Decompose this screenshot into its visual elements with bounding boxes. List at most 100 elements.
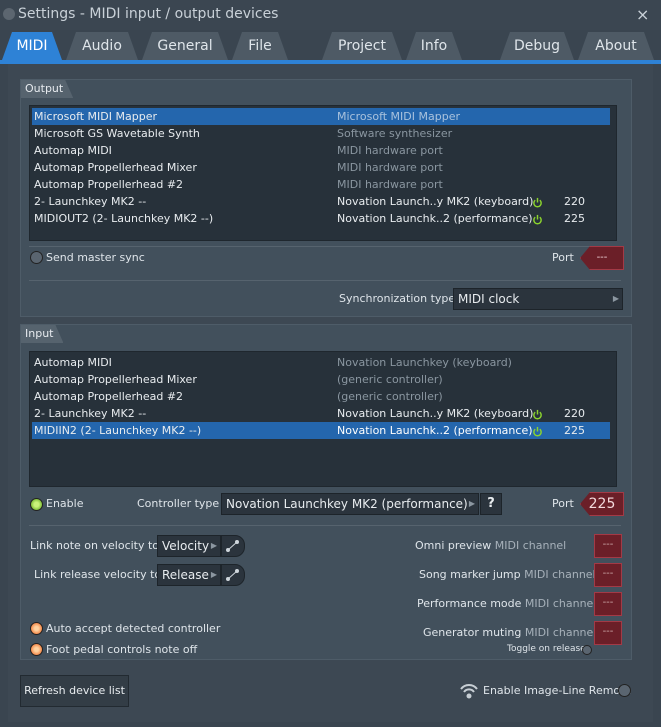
output-row[interactable]: Microsoft GS Wavetable Synth Software syn… (32, 125, 610, 142)
title-bar: Settings - MIDI input / output devices × (0, 0, 661, 30)
output-port-box[interactable]: --- (580, 246, 624, 270)
help-button[interactable]: ? (480, 493, 502, 515)
close-icon[interactable]: × (636, 5, 649, 24)
output-name: Automap Propellerhead #2 (34, 178, 184, 191)
sync-type-value: MIDI clock (458, 292, 520, 306)
input-type: Novation Launch..y MK2 (keyboard) (337, 407, 534, 420)
input-name: Automap Propellerhead #2 (34, 390, 184, 403)
input-row[interactable]: Automap MIDI Novation Launchkey (keyboard… (32, 354, 610, 371)
output-row[interactable]: MIDIOUT2 (2- Launchkey MK2 --) Novation L… (32, 210, 610, 227)
remote-label: Enable Image-Line Remote (483, 684, 632, 697)
midi-channel-label: MIDI channel (494, 539, 567, 552)
input-name: 2- Launchkey MK2 -- (34, 407, 147, 420)
input-group: Input Automap MIDI Novation Launchkey (ke… (20, 324, 632, 660)
output-type: Novation Launchk..2 (performance) (337, 212, 533, 225)
app-icon (3, 8, 15, 20)
link-release-curve-button[interactable] (221, 564, 245, 586)
input-name: MIDIIN2 (2- Launchkey MK2 --) (34, 424, 202, 437)
remote-wifi-icon (460, 684, 478, 699)
output-name: 2- Launchkey MK2 -- (34, 195, 147, 208)
curve-icon (226, 569, 239, 581)
output-row[interactable]: Automap Propellerhead Mixer MIDI hardware… (32, 159, 610, 176)
power-icon[interactable] (532, 425, 543, 437)
power-icon[interactable] (532, 196, 543, 208)
input-row[interactable]: Automap Propellerhead #2 (generic control… (32, 388, 610, 405)
sync-type-label: Synchronization type (339, 292, 456, 305)
output-group: Output Microsoft MIDI Mapper Microsoft MI… (20, 79, 632, 317)
input-type: (generic controller) (337, 373, 443, 386)
tab-audio[interactable]: Audio (66, 32, 138, 60)
input-device-list[interactable]: Automap MIDI Novation Launchkey (keyboard… (29, 351, 617, 487)
divider (29, 246, 621, 247)
tab-midi[interactable]: MIDI (2, 32, 62, 60)
output-type: MIDI hardware port (337, 161, 443, 174)
output-row[interactable]: Automap MIDI MIDI hardware port (32, 142, 610, 159)
output-port: 225 (564, 212, 585, 225)
generator-muting-channel[interactable]: --- (594, 621, 622, 645)
output-header: Output (21, 80, 73, 98)
auto-accept-radio[interactable] (30, 622, 43, 635)
input-type: Novation Launchk..2 (performance) (337, 424, 533, 437)
performance-mode-row: Performance mode MIDI channel (417, 597, 596, 610)
enable-radio[interactable] (30, 498, 43, 511)
send-master-sync-label: Send master sync (46, 251, 145, 264)
controller-type-label: Controller type (137, 497, 220, 510)
chevron-right-icon: ▶ (210, 541, 217, 550)
remote-radio[interactable] (618, 684, 631, 697)
foot-pedal-radio[interactable] (30, 643, 43, 656)
song-marker-label: Song marker jump (419, 568, 521, 581)
tab-project[interactable]: Project (322, 32, 402, 60)
toggle-on-release-label: Toggle on release (507, 644, 586, 654)
input-name: Automap Propellerhead Mixer (34, 373, 197, 386)
input-port-box[interactable]: 225 (580, 492, 624, 516)
divider (29, 280, 621, 281)
midi-channel-label: MIDI channel (524, 597, 597, 610)
controller-type-dropdown[interactable]: Novation Launchkey MK2 (performance) ▶ (221, 493, 479, 515)
link-note-label: Link note on velocity to (30, 539, 160, 552)
window-title: Settings - MIDI input / output devices (18, 6, 279, 22)
omni-preview-label: Omni preview (415, 539, 492, 552)
link-note-value: Velocity (162, 539, 210, 553)
toggle-on-release-radio[interactable] (582, 645, 592, 655)
tab-info[interactable]: Info (406, 32, 462, 60)
output-type: MIDI hardware port (337, 144, 443, 157)
output-type: Software synthesizer (337, 127, 453, 140)
midi-channel-label: MIDI channel (524, 626, 597, 639)
controller-type-value: Novation Launchkey MK2 (performance) (226, 497, 468, 511)
input-row[interactable]: 2- Launchkey MK2 -- Novation Launch..y MK… (32, 405, 610, 422)
output-device-list[interactable]: Microsoft MIDI Mapper Microsoft MIDI Mapp… (29, 105, 617, 241)
song-marker-row: Song marker jump MIDI channel (419, 568, 596, 581)
output-name: Automap Propellerhead Mixer (34, 161, 197, 174)
input-type: Novation Launchkey (keyboard) (337, 356, 512, 369)
power-icon[interactable] (532, 213, 543, 225)
input-row[interactable]: MIDIIN2 (2- Launchkey MK2 --) Novation La… (32, 422, 610, 439)
link-release-dropdown[interactable]: Release ▶ (157, 564, 221, 586)
link-note-dropdown[interactable]: Velocity ▶ (157, 535, 221, 557)
power-icon[interactable] (532, 408, 543, 420)
song-marker-channel[interactable]: --- (594, 563, 622, 587)
output-port: 220 (564, 195, 585, 208)
generator-muting-row: Generator muting MIDI channel (423, 626, 596, 639)
omni-preview-channel[interactable]: --- (594, 534, 622, 558)
output-name: Microsoft GS Wavetable Synth (34, 127, 200, 140)
link-note-curve-button[interactable] (221, 535, 245, 557)
output-name: MIDIOUT2 (2- Launchkey MK2 --) (34, 212, 214, 225)
tab-debug[interactable]: Debug (500, 32, 574, 60)
output-row[interactable]: Automap Propellerhead #2 MIDI hardware po… (32, 176, 610, 193)
sync-type-dropdown[interactable]: MIDI clock ▶ (453, 288, 623, 310)
chevron-right-icon: ▶ (210, 570, 217, 579)
output-row[interactable]: 2- Launchkey MK2 -- Novation Launch..y MK… (32, 193, 610, 210)
enable-label: Enable (46, 497, 84, 510)
tab-general[interactable]: General (142, 32, 228, 60)
performance-mode-label: Performance mode (417, 597, 522, 610)
output-name: Microsoft MIDI Mapper (34, 110, 157, 123)
output-row[interactable]: Microsoft MIDI Mapper Microsoft MIDI Mapp… (32, 108, 610, 125)
chevron-right-icon: ▶ (612, 294, 619, 303)
tab-file[interactable]: File (232, 32, 288, 60)
tab-about[interactable]: About (578, 32, 654, 60)
refresh-device-list-button[interactable]: Refresh device list (20, 675, 129, 707)
send-master-sync-radio[interactable] (30, 251, 43, 264)
performance-mode-channel[interactable]: --- (594, 592, 622, 616)
input-row[interactable]: Automap Propellerhead Mixer (generic cont… (32, 371, 610, 388)
link-release-label: Link release velocity to (34, 568, 162, 581)
